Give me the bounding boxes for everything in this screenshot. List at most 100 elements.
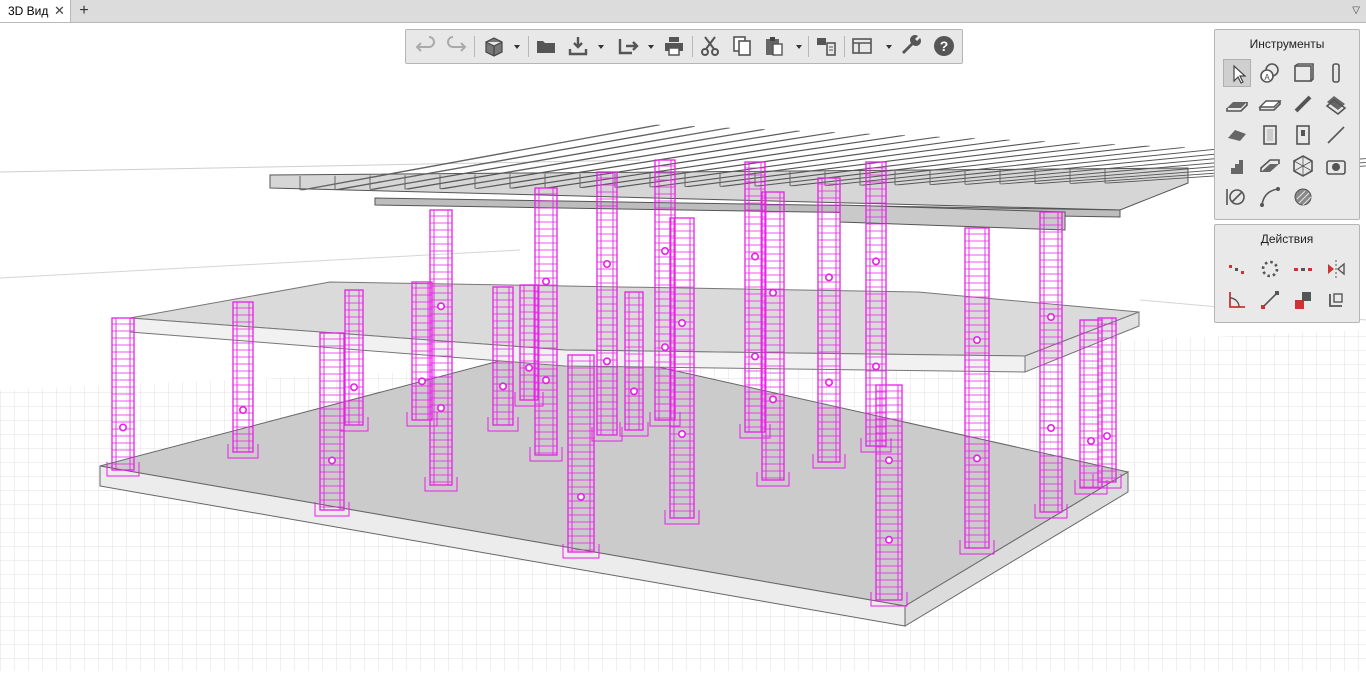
curve-icon [1260,187,1280,207]
export-icon[interactable] [616,34,640,58]
print-icon[interactable] [662,34,686,58]
hatch-icon [1294,188,1312,206]
line-tool-button[interactable] [1322,121,1350,149]
node-marker [1047,312,1056,321]
ramp-icon [1260,159,1280,172]
close-icon[interactable]: ✕ [54,0,65,22]
object-tool-button[interactable] [1289,152,1317,180]
node-marker [602,357,611,366]
node-marker [972,454,981,463]
node-marker [1047,423,1056,432]
stairs-icon [1231,160,1243,174]
node-marker [541,376,550,385]
node-marker [1087,436,1096,445]
undo-icon[interactable] [414,34,438,58]
paste-icon[interactable] [762,34,786,58]
beam-tool-button[interactable] [1256,90,1284,118]
offset-tool-button[interactable] [1289,286,1317,314]
roof-tool-button[interactable] [1223,121,1251,149]
node-marker [871,257,880,266]
tab-bar: 3D Вид ✕ + ▽ [0,0,1366,23]
wrench-icon[interactable] [900,34,924,58]
door-tool-button[interactable] [1256,121,1284,149]
actions-panel: Действия [1214,224,1360,323]
mesh-icon [1325,96,1347,116]
rotate-icon [1261,260,1279,278]
3d-scene[interactable] [0,23,1366,671]
folder-icon[interactable] [534,34,558,58]
angle-tool-button[interactable] [1223,286,1251,314]
separator [692,36,693,57]
angle-icon [1229,292,1245,308]
tab-label: 3D Вид [8,4,49,18]
chevron-down-icon[interactable] [884,34,894,58]
copy-icon[interactable] [730,34,754,58]
panel-title: Действия [1260,232,1314,246]
offset-icon [1295,292,1311,309]
stretch-icon [1261,291,1279,309]
trim-tool-button[interactable] [1322,286,1350,314]
chevron-down-icon[interactable] [596,34,606,58]
node-marker [750,352,759,361]
node-marker [239,405,248,414]
chevron-down-icon[interactable] [794,34,804,58]
rebar-icon [1294,95,1312,113]
annotation-tool-button[interactable]: A [1256,59,1284,87]
node-marker [677,318,686,327]
move-tool-button[interactable] [1223,255,1251,283]
tab-3d-view[interactable]: 3D Вид ✕ [0,0,71,22]
window-icon [1296,125,1310,145]
help-icon[interactable]: ? [932,34,956,58]
window-tool-button[interactable] [1289,121,1317,149]
svg-text:?: ? [940,38,949,54]
redo-icon[interactable] [444,34,468,58]
slab-tool-button[interactable] [1223,90,1251,118]
node-marker [541,277,550,286]
mirror-tool-button[interactable] [1322,255,1350,283]
node-marker [871,362,880,371]
views-icon[interactable] [850,34,874,58]
svg-text:A: A [1264,73,1270,82]
panel-title: Инструменты [1249,37,1325,51]
cut-icon[interactable] [698,34,722,58]
view-cube-icon[interactable] [482,34,506,58]
stretch-tool-button[interactable] [1256,286,1284,314]
node-marker [1103,432,1112,441]
separator [808,36,809,57]
tab-menu-icon[interactable]: ▽ [1352,0,1360,22]
door-icon [1263,125,1277,145]
import-icon[interactable] [566,34,590,58]
select-icon [1233,64,1247,84]
node-marker [524,363,533,372]
node-marker [660,247,669,256]
dimension-tool-button[interactable] [1223,183,1251,211]
node-marker [660,343,669,352]
column-tool-button[interactable] [1322,59,1350,87]
camera-tool-button[interactable] [1322,152,1350,180]
node-marker [602,260,611,269]
node-marker [576,492,585,501]
copy-array-tool-button[interactable] [1289,255,1317,283]
node-marker [824,378,833,387]
add-tab-button[interactable]: + [74,0,94,22]
rotate-tool-button[interactable] [1256,255,1284,283]
line-icon [1327,126,1345,144]
horizon-line [0,249,521,279]
node-marker [768,395,777,404]
layers-icon[interactable] [814,34,838,58]
camera-icon [1326,160,1346,175]
select-tool-button[interactable] [1223,59,1251,87]
rebar-tool-button[interactable] [1289,90,1317,118]
chevron-down-icon[interactable] [646,34,656,58]
3d-viewport[interactable] [0,23,1366,671]
curve-tool-button[interactable] [1256,183,1284,211]
wall-tool-button[interactable] [1289,59,1317,87]
chevron-down-icon[interactable] [512,34,522,58]
mesh-tool-button[interactable] [1322,90,1350,118]
ramp-tool-button[interactable] [1256,152,1284,180]
node-marker [677,429,686,438]
object-icon [1293,155,1313,177]
stairs-tool-button[interactable] [1223,152,1251,180]
wall-icon [1294,63,1314,82]
hatch-tool-button[interactable] [1289,183,1317,211]
